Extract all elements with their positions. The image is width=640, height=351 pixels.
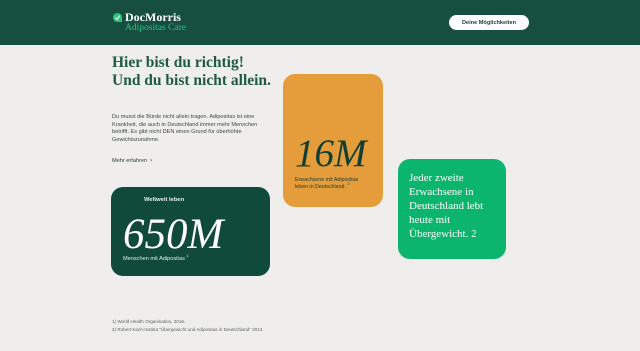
worldwide-value: 650M — [123, 211, 224, 258]
overweight-quote: Jeder zweite Erwachsene in Deutschland l… — [409, 172, 484, 240]
footnote-1: 1) World Health Organisation, 2016. — [112, 319, 186, 324]
brand-logo[interactable]: DocMorris Adipositas Care — [113, 11, 186, 33]
options-button[interactable]: Deine Möglichkeiten — [449, 15, 529, 30]
germany-value: 16M — [295, 132, 367, 175]
germany-stat-card: 16M Erwachsene mit Adipositas leben in D… — [283, 74, 383, 207]
arrow-right-icon: › — [150, 158, 153, 164]
worldwide-caption: Menschen mit Adipositas 1 — [123, 253, 189, 262]
brand-text: DocMorris Adipositas Care — [125, 11, 186, 33]
overweight-quote-card: Jeder zweite Erwachsene in Deutschland l… — [398, 159, 506, 259]
docmorris-leaf-icon — [113, 13, 122, 22]
footnote-2: 2) Robert Koch-Institut "Übergewicht und… — [112, 327, 264, 332]
worldwide-caption-text: Menschen mit Adipositas — [123, 256, 185, 262]
learn-more-label: Mehr erfahren — [112, 158, 148, 164]
learn-more-link[interactable]: Mehr erfahren › — [112, 158, 152, 164]
footnotes: 1) World Health Organisation, 2016. 2) R… — [112, 318, 264, 334]
germany-caption: Erwachsene mit Adipositas leben in Deuts… — [295, 177, 365, 190]
brand-subtitle: Adipositas Care — [125, 23, 186, 33]
site-header: DocMorris Adipositas Care Deine Möglichk… — [0, 0, 640, 45]
page-headline: Hier bist du richtig! Und du bist nicht … — [112, 54, 271, 89]
footnote-ref-1: 1 — [186, 253, 189, 259]
footnote-ref-2: 2 — [347, 181, 350, 186]
worldwide-eyebrow: Weltweit leben — [144, 197, 185, 203]
intro-text: Du musst die Bürde nicht allein tragen. … — [112, 114, 258, 143]
brand-name: DocMorris — [125, 10, 181, 24]
worldwide-stat-card: Weltweit leben 650M Menschen mit Adiposi… — [111, 187, 270, 276]
